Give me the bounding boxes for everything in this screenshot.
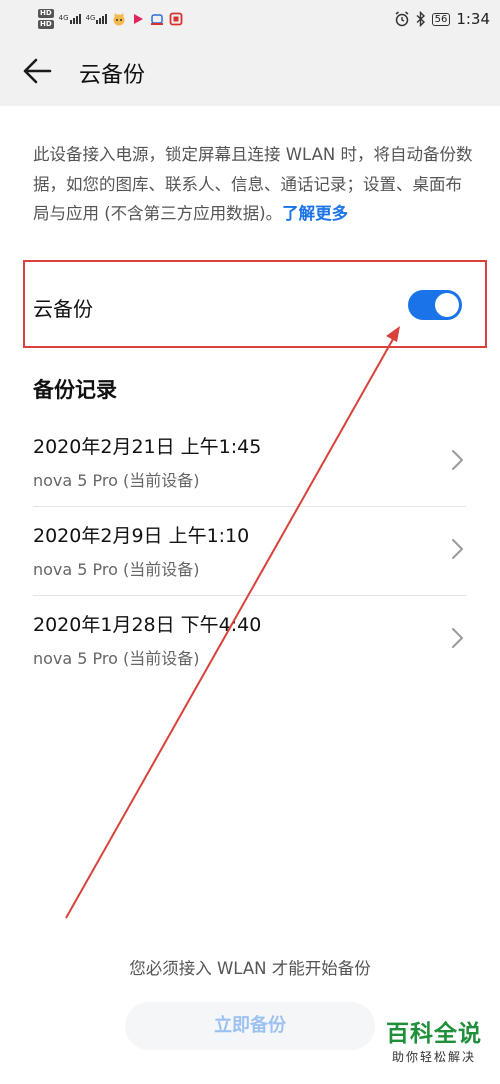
hd-badge: HD bbox=[38, 9, 54, 18]
record-date: 2020年2月9日 上午1:10 bbox=[33, 525, 250, 547]
backup-description: 此设备接入电源，锁定屏幕且连接 WLAN 时，将自动备份数据，如您的图库、联系人… bbox=[33, 140, 473, 229]
record-date: 2020年1月28日 下午4:40 bbox=[33, 614, 262, 636]
backup-record-item[interactable]: 2020年1月28日 下午4:40 nova 5 Pro (当前设备) bbox=[33, 596, 466, 685]
backup-now-button[interactable]: 立即备份 bbox=[125, 1002, 375, 1050]
status-icons-right: 56 1:34 bbox=[394, 7, 490, 31]
backup-record-list: 2020年2月21日 上午1:45 nova 5 Pro (当前设备) 2020… bbox=[33, 418, 466, 685]
learn-more-link[interactable]: 了解更多 bbox=[282, 204, 348, 223]
battery-icon: 56 bbox=[431, 12, 451, 26]
wlan-required-message: 您必须接入 WLAN 才能开始备份 bbox=[129, 959, 371, 978]
alarm-icon bbox=[395, 11, 409, 27]
record-date: 2020年2月21日 上午1:45 bbox=[33, 436, 262, 458]
backup-record-item[interactable]: 2020年2月21日 上午1:45 nova 5 Pro (当前设备) bbox=[33, 418, 466, 507]
network-label: 4G bbox=[58, 14, 69, 22]
hd-badge: HD bbox=[38, 20, 54, 29]
chevron-right-icon bbox=[452, 628, 463, 648]
app-icon-red bbox=[170, 12, 183, 26]
status-icons-left: HD HD 4G 4G bbox=[38, 6, 183, 32]
bank-app-icon bbox=[151, 14, 164, 25]
video-app-icon bbox=[134, 14, 144, 24]
backup-records-title: 备份记录 bbox=[33, 378, 117, 402]
signal-icon: 4G bbox=[59, 14, 81, 24]
backup-record-item[interactable]: 2020年2月9日 上午1:10 nova 5 Pro (当前设备) bbox=[33, 507, 466, 596]
status-bar: HD HD 4G 4G 56 1:34 bbox=[0, 0, 500, 36]
watermark-title: 百科全说 bbox=[386, 1021, 482, 1047]
record-device: nova 5 Pro (当前设备) bbox=[33, 649, 200, 668]
watermark-logo: 百科全说 助你轻松解决 bbox=[375, 1020, 493, 1066]
cat-app-icon bbox=[113, 13, 125, 26]
toggle-knob bbox=[435, 293, 459, 317]
chevron-right-icon bbox=[452, 539, 463, 559]
bluetooth-icon bbox=[416, 11, 425, 27]
back-arrow-icon[interactable] bbox=[20, 56, 54, 86]
description-text: 此设备接入电源，锁定屏幕且连接 WLAN 时，将自动备份数据，如您的图库、联系人… bbox=[33, 145, 473, 223]
status-time: 1:34 bbox=[456, 10, 490, 28]
cloud-backup-toggle[interactable] bbox=[408, 290, 462, 320]
cloud-backup-label: 云备份 bbox=[33, 297, 93, 321]
app-header: 云备份 bbox=[0, 44, 500, 100]
chevron-right-icon bbox=[452, 450, 463, 470]
watermark-subtitle: 助你轻松解决 bbox=[391, 1050, 476, 1064]
hd-badges: HD HD bbox=[38, 9, 54, 29]
page-title: 云备份 bbox=[79, 63, 146, 88]
signal-icon: 4G bbox=[86, 14, 108, 24]
cloud-backup-row: 云备份 bbox=[23, 260, 487, 348]
network-label: 4G bbox=[85, 14, 96, 22]
record-device: nova 5 Pro (当前设备) bbox=[33, 471, 200, 490]
record-device: nova 5 Pro (当前设备) bbox=[33, 560, 200, 579]
